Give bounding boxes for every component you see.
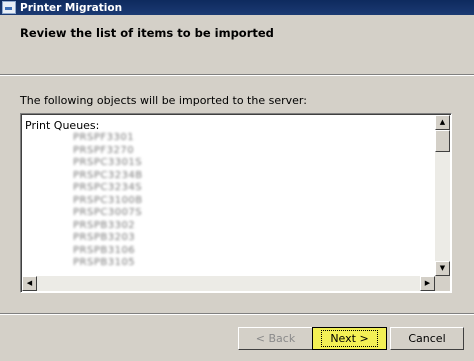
import-items-list[interactable]: Print Queues: PRSPF3301 PRSPF3270 PRSPC330… [20, 113, 452, 293]
page-title: Review the list of items to be imported [20, 26, 274, 40]
printer-migration-icon [2, 1, 16, 14]
list-item: PRSPB3302 [73, 219, 136, 231]
list-item: PRSPC3301S [73, 157, 143, 168]
list-item: PRSPC3234B [73, 169, 143, 181]
arrow-up-icon: ▲ [439, 118, 446, 126]
next-button-label: Next > [321, 330, 378, 347]
scroll-up-button[interactable]: ▲ [435, 115, 450, 130]
title-bar: Printer Migration [0, 0, 474, 15]
scrollbar-corner [435, 276, 450, 291]
list-item: PRSPC3234S [73, 182, 143, 193]
cancel-button[interactable]: Cancel [390, 327, 464, 350]
scroll-down-button[interactable]: ▼ [435, 261, 450, 276]
window-title: Printer Migration [20, 1, 123, 14]
list-content: Print Queues: PRSPF3301 PRSPF3270 PRSPC330… [23, 116, 434, 275]
arrow-down-icon: ▼ [439, 264, 446, 272]
horizontal-scrollbar[interactable]: ◀ ▶ [22, 276, 435, 291]
footer-separator [0, 313, 474, 314]
scroll-right-button[interactable]: ▶ [420, 276, 435, 291]
back-button[interactable]: < Back [238, 327, 313, 350]
list-item: PRSPB3203 [73, 232, 136, 243]
scroll-left-button[interactable]: ◀ [22, 276, 37, 291]
list-item: PRSPF3301 [73, 132, 135, 143]
intro-text: The following objects will be imported t… [20, 94, 307, 107]
arrow-left-icon: ◀ [26, 279, 33, 287]
next-button[interactable]: Next > [312, 327, 387, 350]
list-item: PRSPB3105 [73, 257, 136, 268]
list-item: PRSPF3270 [73, 144, 135, 156]
wizard-header: Review the list of items to be imported [0, 15, 474, 75]
vertical-scroll-thumb[interactable] [435, 130, 450, 152]
list-item: PRSPC3007S [73, 207, 143, 218]
list-item: PRSPC3100B [73, 194, 143, 206]
list-item: PRSPB3106 [73, 244, 136, 256]
print-queues-label: Print Queues: [25, 119, 100, 132]
arrow-right-icon: ▶ [424, 279, 431, 287]
queue-items: PRSPF3301 PRSPF3270 PRSPC3301S PRSPC3234B PR… [25, 132, 434, 270]
vertical-scrollbar[interactable]: ▲ ▼ [435, 115, 450, 276]
